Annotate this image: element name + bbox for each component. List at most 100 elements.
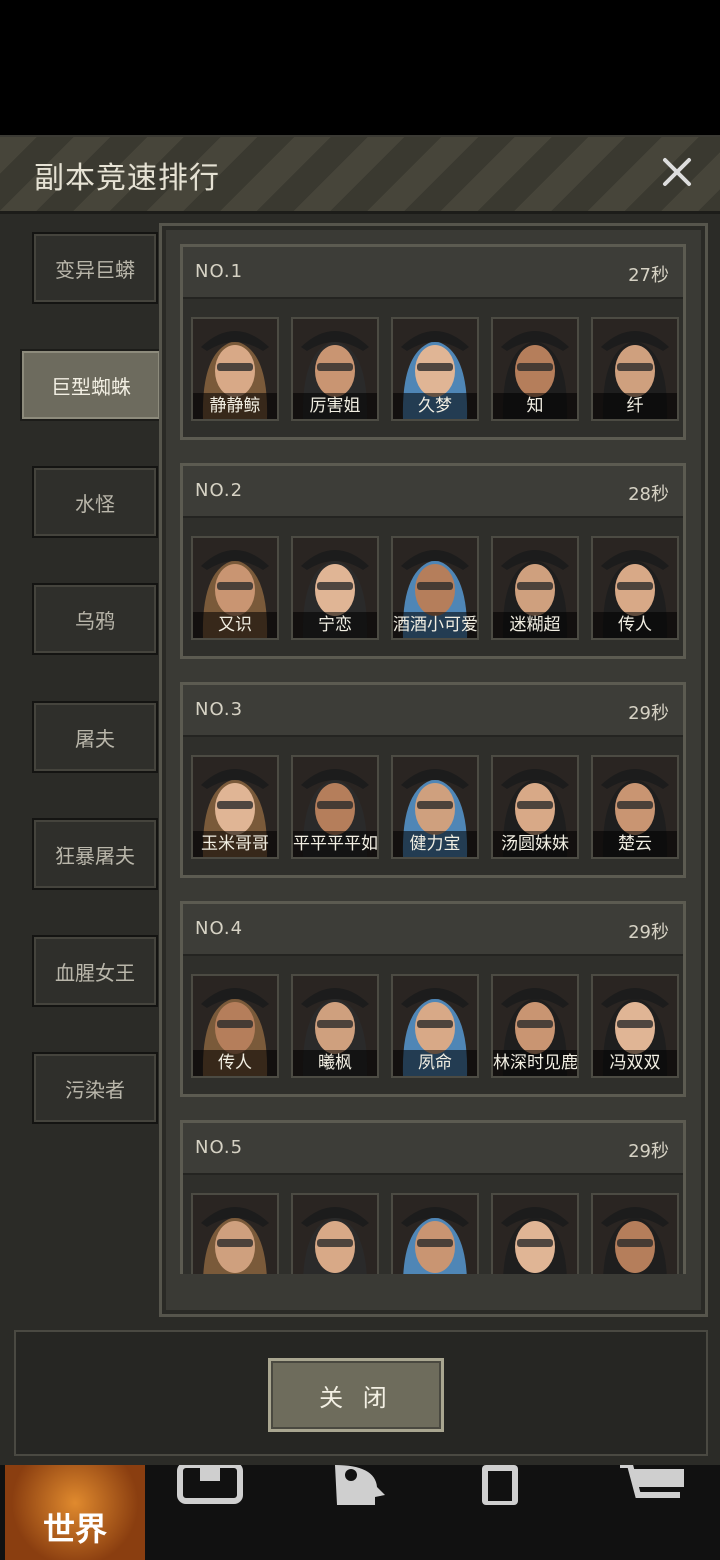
avatar-wide-hat-eyepatch-beard: [593, 1195, 677, 1274]
player-card[interactable]: 传人: [191, 974, 279, 1078]
sidebar-item-label: 污染者: [65, 1077, 125, 1102]
player-row: [191, 1193, 681, 1274]
ranking-entry-header: NO.5 29秒: [183, 1123, 683, 1175]
player-name: 汤圆妹妹: [493, 831, 577, 857]
sidebar-item-water-monster[interactable]: 水怪: [32, 466, 158, 538]
ranking-entry: NO.2 28秒又识 宁恋 酒酒小可爱 迷糊超 传人: [180, 463, 686, 659]
player-card[interactable]: 曦枫: [291, 974, 379, 1078]
bottom-nav: 世界: [0, 1462, 720, 1560]
player-card[interactable]: 厉害姐: [291, 317, 379, 421]
player-card[interactable]: 夙命: [391, 974, 479, 1078]
player-card[interactable]: 楚云: [591, 755, 679, 859]
player-name: 宁恋: [293, 612, 377, 638]
rank-label: NO.4: [195, 918, 244, 939]
player-card[interactable]: [191, 1193, 279, 1274]
player-name: 夙命: [393, 1050, 477, 1076]
sidebar-item-label: 血腥女王: [55, 960, 135, 985]
sidebar-item-label: 乌鸦: [75, 608, 115, 633]
time-label: 29秒: [628, 1141, 669, 1162]
ranking-dialog: 副本竞速排行 变异巨蟒 巨型蜘蛛 水怪 乌鸦 屠夫 狂暴屠夫 血腥女王 污染者 …: [0, 135, 720, 1467]
ranking-entry: NO.3 29秒玉米哥哥 平平平平如 健力宝 汤圆妹妹 楚云: [180, 682, 686, 878]
player-card[interactable]: 平平平平如: [291, 755, 379, 859]
player-name: 纤: [593, 393, 677, 419]
sidebar-item-label: 变异巨蟒: [55, 257, 135, 282]
dialog-header: 副本竞速排行: [0, 137, 720, 214]
player-card[interactable]: 健力宝: [391, 755, 479, 859]
time-label: 29秒: [628, 703, 669, 724]
time-label: 28秒: [628, 484, 669, 505]
player-name: 又识: [193, 612, 277, 638]
player-card[interactable]: 冯双双: [591, 974, 679, 1078]
player-card[interactable]: 汤圆妹妹: [491, 755, 579, 859]
close-icon[interactable]: [652, 147, 702, 197]
dialog-footer: 关 闭: [14, 1330, 708, 1456]
time-label: 29秒: [628, 922, 669, 943]
avatar-wide-hat: [193, 1195, 277, 1274]
ranking-entry-header: NO.3 29秒: [183, 685, 683, 737]
player-card[interactable]: [591, 1193, 679, 1274]
sidebar-item-giant-spider[interactable]: 巨型蜘蛛: [20, 349, 162, 421]
player-card[interactable]: 酒酒小可爱: [391, 536, 479, 640]
rank-label: NO.2: [195, 480, 244, 501]
player-card[interactable]: 宁恋: [291, 536, 379, 640]
player-name: 酒酒小可爱: [393, 612, 477, 638]
sidebar-item-bloody-queen[interactable]: 血腥女王: [32, 935, 158, 1007]
phone-icon: [482, 1465, 518, 1505]
nav-shop[interactable]: [600, 1462, 720, 1560]
avatar-bunny-ears-goggles-male: [493, 1195, 577, 1274]
nav-skills[interactable]: [315, 1465, 455, 1560]
player-name: 冯双双: [593, 1050, 677, 1076]
sidebar-item-mutant-python[interactable]: 变异巨蟒: [32, 232, 158, 304]
player-name: 曦枫: [293, 1050, 377, 1076]
sidebar-item-label: 屠夫: [75, 726, 115, 751]
nav-world[interactable]: 世界: [5, 1465, 145, 1560]
player-row: 又识 宁恋 酒酒小可爱 迷糊超 传人: [191, 536, 681, 640]
player-card[interactable]: 又识: [191, 536, 279, 640]
rank-label: NO.1: [195, 261, 244, 282]
backpack-icon: [177, 1462, 243, 1504]
player-card[interactable]: 静静鲸: [191, 317, 279, 421]
player-name: 传人: [193, 1050, 277, 1076]
player-name: 久梦: [393, 393, 477, 419]
ranking-list-frame: NO.1 27秒 静静鲸 厉害姐 久梦知纤 NO.2 28秒 又识 宁恋 酒酒小可爱 迷糊超 传人 NO…: [159, 223, 708, 1317]
nav-phone[interactable]: [460, 1465, 600, 1560]
sidebar-item-butcher[interactable]: 屠夫: [32, 701, 158, 773]
player-card[interactable]: 玉米哥哥: [191, 755, 279, 859]
close-button[interactable]: 关 闭: [268, 1358, 444, 1432]
nav-backpack[interactable]: [170, 1462, 310, 1560]
player-card[interactable]: [291, 1193, 379, 1274]
player-card[interactable]: 知: [491, 317, 579, 421]
player-name: 楚云: [593, 831, 677, 857]
dialog-title: 副本竞速排行: [34, 161, 220, 196]
player-card[interactable]: 久梦: [391, 317, 479, 421]
sidebar-item-label: 巨型蜘蛛: [51, 374, 131, 399]
player-card[interactable]: [391, 1193, 479, 1274]
rank-label: NO.3: [195, 699, 244, 720]
ranking-entry: NO.5 29秒: [180, 1120, 686, 1274]
player-card[interactable]: 林深时见鹿: [491, 974, 579, 1078]
player-row: 静静鲸 厉害姐 久梦知纤: [191, 317, 681, 421]
player-row: 玉米哥哥 平平平平如 健力宝 汤圆妹妹 楚云: [191, 755, 681, 859]
player-name: 静静鲸: [193, 393, 277, 419]
ranking-entry-header: NO.4 29秒: [183, 904, 683, 956]
player-card[interactable]: 纤: [591, 317, 679, 421]
player-card[interactable]: [491, 1193, 579, 1274]
ranking-list[interactable]: NO.1 27秒 静静鲸 厉害姐 久梦知纤 NO.2 28秒 又识 宁恋 酒酒小可爱 迷糊超 传人 NO…: [180, 244, 686, 1274]
sidebar-item-label: 狂暴屠夫: [55, 843, 135, 868]
player-name: 传人: [593, 612, 677, 638]
player-card[interactable]: 传人: [591, 536, 679, 640]
shop-cart-icon: [620, 1462, 684, 1498]
player-name: 林深时见鹿: [493, 1050, 577, 1076]
time-label: 27秒: [628, 265, 669, 286]
player-name: 知: [493, 393, 577, 419]
skills-head-icon: [335, 1465, 385, 1505]
nav-world-label: 世界: [42, 1510, 107, 1548]
rank-label: NO.5: [195, 1137, 244, 1158]
player-card[interactable]: 迷糊超: [491, 536, 579, 640]
sidebar-item-polluter[interactable]: 污染者: [32, 1052, 158, 1124]
player-name: 健力宝: [393, 831, 477, 857]
player-name: 厉害姐: [293, 393, 377, 419]
sidebar-item-berserk-butcher[interactable]: 狂暴屠夫: [32, 818, 158, 890]
sidebar-item-crow[interactable]: 乌鸦: [32, 583, 158, 655]
avatar-wide-hat-beard: [293, 1195, 377, 1274]
